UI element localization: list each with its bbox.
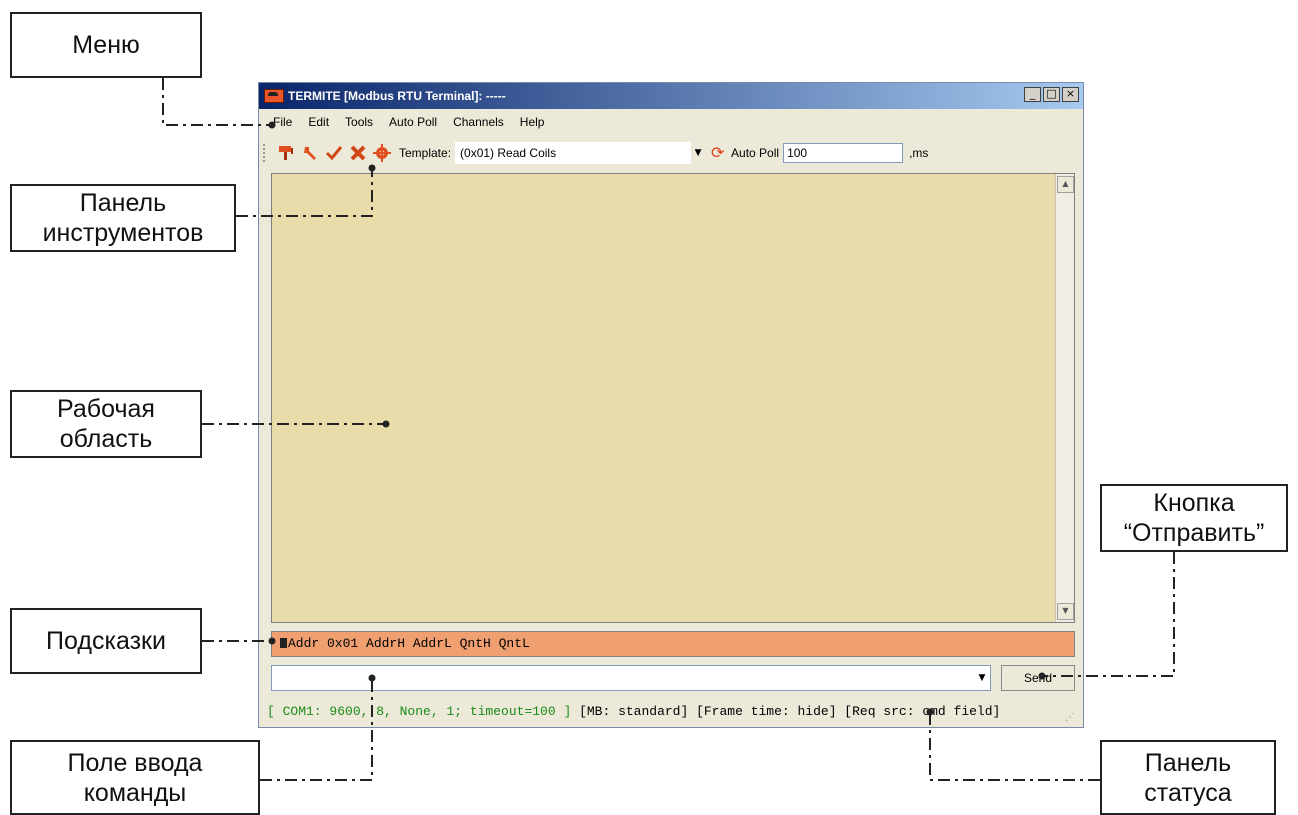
leader-dot-workspace — [382, 420, 390, 428]
leader-dot-status — [926, 708, 934, 716]
leader-dot-send — [1038, 672, 1046, 680]
leader-dot-hints — [268, 637, 276, 645]
leader-lines — [162, 78, 1175, 781]
leader-dot-input — [368, 674, 376, 682]
leader-send — [1042, 552, 1175, 677]
leader-dot-menu — [268, 121, 276, 129]
leader-toolbar — [236, 168, 373, 217]
leader-status — [929, 712, 1100, 781]
leader-dot-toolbar — [368, 164, 376, 172]
leader-menu — [162, 78, 272, 126]
leader-input — [260, 678, 373, 781]
